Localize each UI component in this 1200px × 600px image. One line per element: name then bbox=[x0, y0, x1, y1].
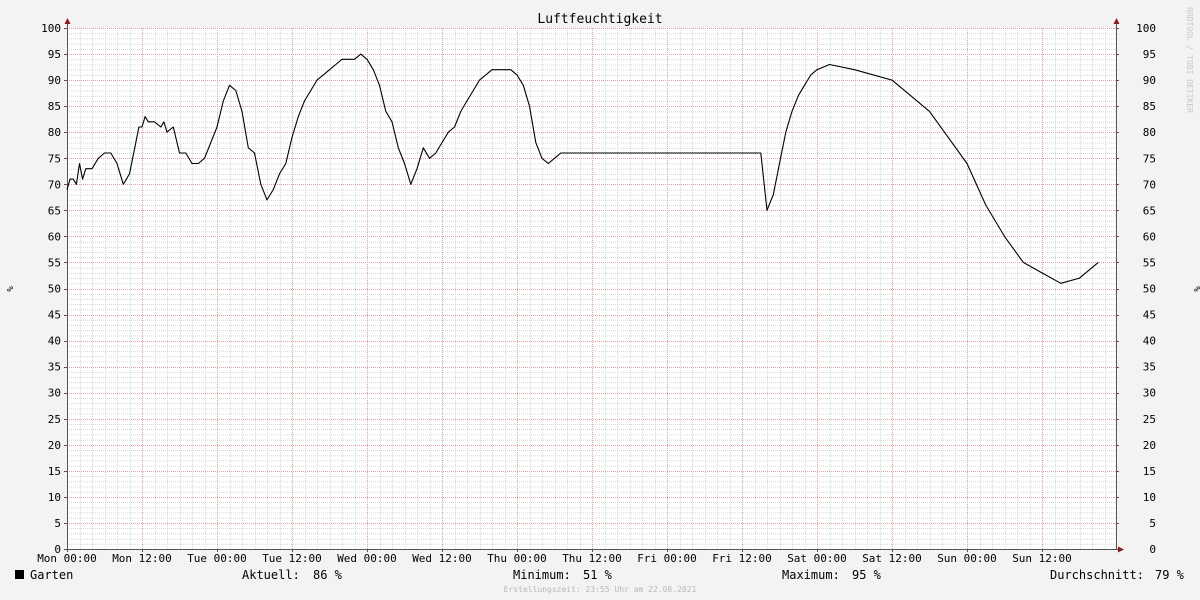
y-tick-label-right: 85 bbox=[1143, 100, 1156, 113]
x-tick-label: Fri 12:00 bbox=[712, 552, 772, 565]
y-tick-label-right: 15 bbox=[1143, 465, 1156, 478]
y-tick-label-left: 5 bbox=[54, 517, 61, 530]
y-tick-label-left: 80 bbox=[48, 126, 61, 139]
y-tick-label-left: 85 bbox=[48, 100, 61, 113]
stat-aktuell-value: 86 % bbox=[313, 568, 343, 582]
y-tick-label-left: 100 bbox=[41, 22, 61, 35]
y-tick-label-right: 5 bbox=[1149, 517, 1156, 530]
x-tick-label: Thu 12:00 bbox=[562, 552, 622, 565]
y-tick-label-left: 95 bbox=[48, 48, 61, 61]
y-tick-label-right: 100 bbox=[1136, 22, 1156, 35]
y-tick-label-left: 30 bbox=[48, 387, 61, 400]
x-tick-label: Sun 12:00 bbox=[1012, 552, 1072, 565]
x-tick-label: Mon 00:00 bbox=[37, 552, 97, 565]
y-tick-label-right: 50 bbox=[1143, 283, 1156, 296]
y-axis-label-right: % bbox=[1191, 286, 1200, 292]
y-tick-label-right: 70 bbox=[1143, 178, 1156, 191]
x-tick-label: Wed 12:00 bbox=[412, 552, 472, 565]
y-tick-label-left: 50 bbox=[48, 283, 61, 296]
x-tick-label: Sun 00:00 bbox=[937, 552, 997, 565]
y-tick-label-left: 45 bbox=[48, 309, 61, 322]
y-tick-label-right: 10 bbox=[1143, 491, 1156, 504]
x-tick-label: Thu 00:00 bbox=[487, 552, 547, 565]
y-tick-label-left: 60 bbox=[48, 230, 61, 243]
y-tick-label-left: 25 bbox=[48, 413, 61, 426]
stat-minimum-value: 51 % bbox=[583, 568, 613, 582]
x-tick-label: Mon 12:00 bbox=[112, 552, 172, 565]
stat-durchschnitt-label: Durchschnitt: bbox=[1050, 568, 1144, 582]
y-tick-label-right: 75 bbox=[1143, 152, 1156, 165]
x-tick-label: Fri 00:00 bbox=[637, 552, 697, 565]
rrd-graph: 0 0 5 5 10 10 15 15 20 20 25 25 30 30 35 35 40 40 45 45 50 50… bbox=[0, 0, 1200, 600]
x-tick-label: Tue 00:00 bbox=[187, 552, 247, 565]
y-tick-label-left: 20 bbox=[48, 439, 61, 452]
y-tick-label-left: 55 bbox=[48, 256, 61, 269]
stat-durchschnitt-value: 79 % bbox=[1155, 568, 1185, 582]
y-tick-label-right: 60 bbox=[1143, 230, 1156, 243]
stat-minimum-label: Minimum: bbox=[513, 568, 571, 582]
y-tick-label-right: 65 bbox=[1143, 204, 1156, 217]
y-tick-label-left: 90 bbox=[48, 74, 61, 87]
y-tick-label-right: 25 bbox=[1143, 413, 1156, 426]
y-tick-label-left: 10 bbox=[48, 491, 61, 504]
y-tick-label-right: 30 bbox=[1143, 387, 1156, 400]
y-tick-label-right: 40 bbox=[1143, 335, 1156, 348]
y-tick-label-right: 90 bbox=[1143, 74, 1156, 87]
x-tick-label: Wed 00:00 bbox=[337, 552, 397, 565]
y-tick-label-right: 20 bbox=[1143, 439, 1156, 452]
y-tick-label-right: 0 bbox=[1149, 543, 1156, 556]
creation-time-footer: Erstellungszeit: 23:55 Uhr am 22.08.2021 bbox=[504, 585, 697, 594]
y-axis-label-left: % bbox=[4, 286, 14, 292]
y-tick-label-right: 35 bbox=[1143, 361, 1156, 374]
y-tick-label-left: 15 bbox=[48, 465, 61, 478]
stat-aktuell-label: Aktuell: bbox=[242, 568, 300, 582]
humidity-chart: 0 05 510 1015 1520 2025 2530 3035 3540 4045 4550 50… bbox=[0, 0, 1200, 600]
stat-maximum-value: 95 % bbox=[852, 568, 882, 582]
y-tick-label-left: 35 bbox=[48, 361, 61, 374]
chart-title: Luftfeuchtigkeit bbox=[537, 12, 662, 27]
x-tick-label: Sat 12:00 bbox=[862, 552, 922, 565]
y-tick-label-right: 45 bbox=[1143, 309, 1156, 322]
y-tick-label-right: 80 bbox=[1143, 126, 1156, 139]
watermark-text: RRDTOOL / TOBI OETIKER bbox=[1185, 7, 1194, 113]
y-tick-label-right: 55 bbox=[1143, 256, 1156, 269]
y-tick-label-left: 40 bbox=[48, 335, 61, 348]
y-tick-label-left: 75 bbox=[48, 152, 61, 165]
legend-series-name: Garten bbox=[30, 568, 73, 582]
y-tick-label-left: 70 bbox=[48, 178, 61, 191]
x-tick-label: Tue 12:00 bbox=[262, 552, 322, 565]
stat-maximum-label: Maximum: bbox=[782, 568, 840, 582]
y-tick-label-left: 65 bbox=[48, 204, 61, 217]
legend-color-swatch bbox=[15, 570, 24, 579]
x-tick-label: Sat 00:00 bbox=[787, 552, 847, 565]
y-tick-label-right: 95 bbox=[1143, 48, 1156, 61]
